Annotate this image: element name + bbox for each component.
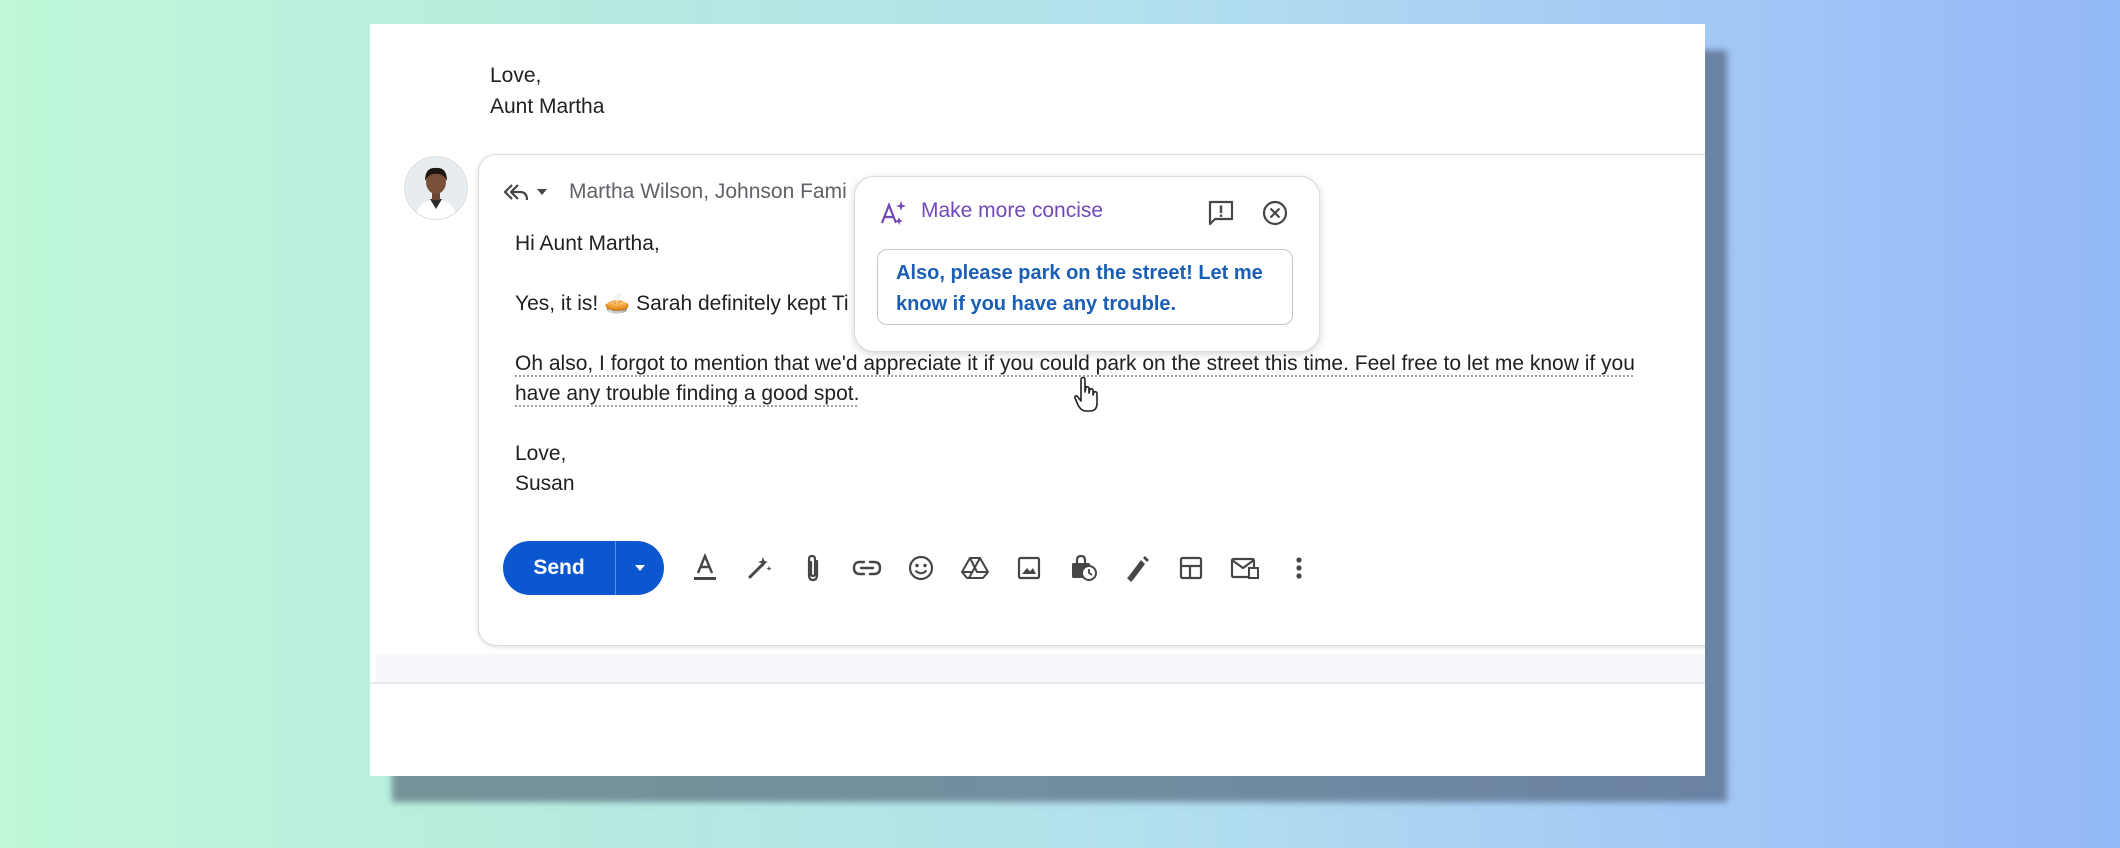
divider xyxy=(370,682,1705,684)
email-window: Love, Aunt Martha Martha Wilson, Johnson… xyxy=(370,24,1705,776)
chevron-down-icon xyxy=(635,565,645,571)
previous-closing: Love, xyxy=(490,64,542,87)
compose-toolbar: Send xyxy=(503,540,1326,596)
reply-type-dropdown-icon[interactable] xyxy=(529,179,555,205)
thread-footer xyxy=(376,654,1705,682)
feedback-icon[interactable] xyxy=(1207,199,1235,232)
paragraph-line-2: have any trouble finding a good spot. xyxy=(515,382,860,405)
line2-prefix: Yes, it is! xyxy=(515,292,599,315)
ai-refine-popup: Make more concise Also, please park on t… xyxy=(854,176,1320,352)
image-icon[interactable] xyxy=(1002,541,1056,595)
attachment-icon[interactable] xyxy=(786,541,840,595)
hand-cursor-icon xyxy=(1074,376,1098,412)
layout-icon[interactable] xyxy=(1164,541,1218,595)
signature-icon[interactable] xyxy=(1110,541,1164,595)
avatar xyxy=(404,156,468,220)
signature: Susan xyxy=(515,472,575,495)
popup-title: Make more concise xyxy=(921,199,1104,222)
paragraph-line-1: Oh also, I forgot to mention that we'd a… xyxy=(515,352,1635,375)
drive-icon[interactable] xyxy=(948,541,1002,595)
magic-pen-icon[interactable] xyxy=(732,541,786,595)
sparkle-text-icon xyxy=(879,199,909,234)
avatar-image xyxy=(405,157,467,219)
send-button[interactable]: Send xyxy=(503,541,615,595)
compose-header: Martha Wilson, Johnson Fami xyxy=(503,177,847,207)
recipients-field[interactable]: Martha Wilson, Johnson Fami xyxy=(569,180,847,204)
send-options-button[interactable] xyxy=(616,541,664,595)
more-options-icon[interactable] xyxy=(1272,541,1326,595)
format-text-icon[interactable] xyxy=(678,541,732,595)
closing: Love, xyxy=(515,442,567,465)
previous-signature: Aunt Martha xyxy=(490,95,605,118)
emoji-icon[interactable] xyxy=(894,541,948,595)
close-icon[interactable] xyxy=(1261,199,1289,232)
previous-message-signature: Love, Aunt Martha xyxy=(490,60,604,122)
highlighted-paragraph[interactable]: Oh also, I forgot to mention that we'd a… xyxy=(515,349,1695,409)
link-icon[interactable] xyxy=(840,541,894,595)
suggestion-box[interactable]: Also, please park on the street! Let me … xyxy=(877,249,1293,325)
template-icon[interactable] xyxy=(1218,541,1272,595)
line2-rest: Sarah definitely kept Ti xyxy=(636,292,849,315)
confidential-mode-icon[interactable] xyxy=(1056,541,1110,595)
reply-all-icon[interactable] xyxy=(503,179,529,205)
send-button-group: Send xyxy=(503,541,664,595)
pie-emoji: 🥧 xyxy=(604,292,631,315)
